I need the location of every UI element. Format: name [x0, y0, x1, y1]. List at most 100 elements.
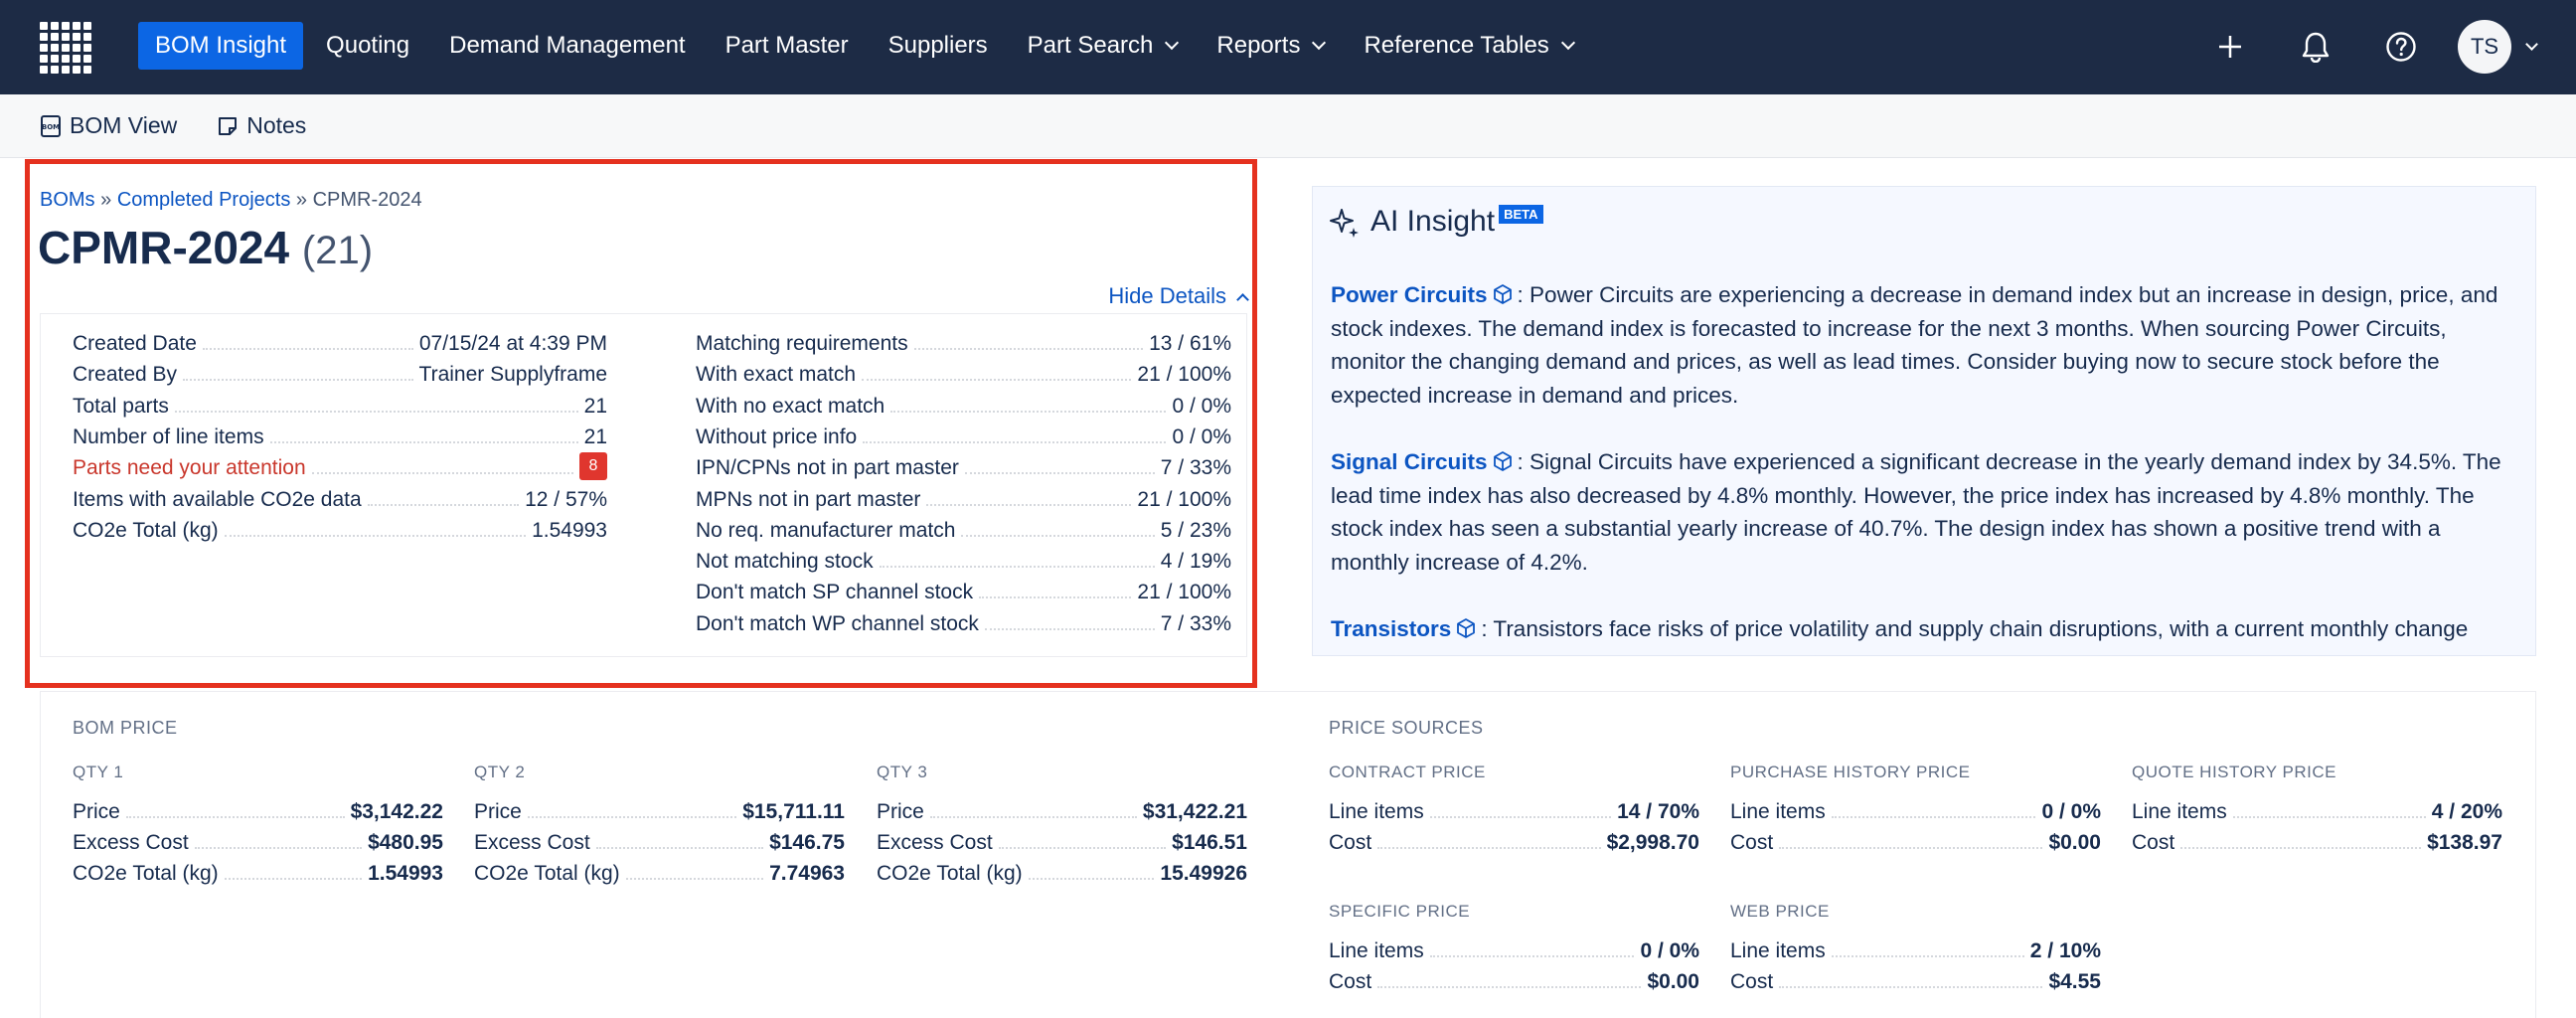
row-label: Line items — [1730, 800, 1826, 823]
price-row: Excess Cost $146.51 — [877, 825, 1247, 855]
dot-leader — [1429, 816, 1612, 818]
row-label: Items with available CO2e data — [73, 487, 362, 511]
row-value: 7.74963 — [769, 862, 845, 885]
breadcrumb-separator: » — [100, 189, 112, 211]
price-source-row: Line items 14 / 70% — [1329, 794, 1699, 824]
row-value: $2,998.70 — [1606, 831, 1699, 854]
breadcrumb-completed-projects[interactable]: Completed Projects — [117, 189, 291, 211]
nav-item-reports[interactable]: Reports — [1200, 22, 1341, 70]
nav-item-quoting[interactable]: Quoting — [309, 22, 426, 70]
row-value: 21 — [583, 394, 607, 418]
bom-part-count: (21) — [301, 229, 374, 272]
dot-leader — [183, 379, 413, 382]
top-nav: BOM Insight Quoting Demand Management Pa… — [0, 0, 2576, 94]
insight-category-link[interactable]: Transistors — [1331, 616, 1451, 641]
sparkle-icon — [1330, 209, 1359, 238]
nav-item-label: Demand Management — [449, 32, 686, 59]
dot-leader — [224, 878, 363, 880]
row-label: Line items — [2132, 800, 2227, 823]
cube-icon[interactable] — [1492, 450, 1514, 472]
price-source-row: Cost $138.97 — [2132, 825, 2502, 855]
row-value: 0 / 0% — [1640, 939, 1699, 962]
nav-item-label: Part Master — [724, 32, 849, 59]
row-label: Price — [73, 800, 120, 823]
dot-leader — [625, 878, 764, 880]
price-row: CO2e Total (kg) 7.74963 — [474, 856, 845, 886]
bom-icon: BOM — [41, 114, 61, 137]
chevron-down-icon[interactable] — [2525, 37, 2538, 51]
bom-price-heading: BOM PRICE — [73, 718, 178, 738]
row-label: Price — [877, 800, 924, 823]
dot-leader — [929, 816, 1137, 818]
ai-insight-header: AI Insight BETA — [1329, 204, 1543, 239]
row-label: Don't match SP channel stock — [696, 581, 974, 604]
dot-leader — [890, 410, 1167, 413]
insight-category-link[interactable]: Signal Circuits — [1331, 449, 1488, 474]
dot-leader — [595, 847, 764, 849]
match-stat-row: Don't match WP channel stock 7 / 33% — [696, 605, 1231, 636]
row-value: 21 / 100% — [1137, 581, 1231, 604]
nav-item-part-master[interactable]: Part Master — [709, 22, 866, 70]
nav-item-label: Quoting — [326, 32, 410, 59]
row-value: $3,142.22 — [350, 800, 443, 823]
insight-paragraph: Transistors: Transistors face risks of p… — [1331, 612, 2523, 646]
dot-leader — [269, 440, 578, 443]
attention-count-badge[interactable]: 8 — [579, 452, 607, 481]
cube-icon[interactable] — [1492, 283, 1514, 305]
breadcrumb-boms[interactable]: BOMs — [40, 189, 95, 211]
nav-item-part-search[interactable]: Part Search — [1011, 22, 1195, 70]
row-value: $4.55 — [2048, 970, 2101, 993]
row-label: No req. manufacturer match — [696, 518, 956, 542]
app-logo-icon[interactable] — [40, 22, 91, 74]
plus-icon[interactable] — [2201, 18, 2259, 76]
view-toolbar: BOM BOM View Notes — [0, 94, 2576, 158]
row-value: 21 / 100% — [1137, 363, 1231, 387]
row-label: Line items — [1329, 939, 1424, 962]
row-label: Created By — [73, 363, 178, 387]
avatar[interactable]: TS — [2458, 20, 2511, 74]
detail-row: Created By Trainer Supplyframe — [73, 356, 607, 387]
row-value: $0.00 — [1647, 970, 1699, 993]
row-label: MPNs not in part master — [696, 487, 921, 511]
bell-icon[interactable] — [2287, 18, 2344, 76]
price-row: CO2e Total (kg) 15.49926 — [877, 856, 1247, 886]
detail-row: Number of line items 21 — [73, 419, 607, 449]
chevron-down-icon — [1312, 35, 1327, 51]
price-source-row: Line items 0 / 0% — [1730, 794, 2101, 824]
hide-details-button[interactable]: Hide Details — [1108, 283, 1249, 309]
row-label: Created Date — [73, 332, 197, 355]
row-value: 07/15/24 at 4:39 PM — [418, 332, 607, 355]
nav-item-suppliers[interactable]: Suppliers — [872, 22, 1005, 70]
dot-leader — [862, 379, 1132, 382]
nav-item-bom-insight[interactable]: BOM Insight — [138, 22, 304, 70]
price-source-heading: PURCHASE HISTORY PRICE — [1730, 763, 1971, 781]
page-title: CPMR-2024 (21) — [38, 221, 373, 274]
price-source-heading: CONTRACT PRICE — [1329, 763, 1486, 781]
row-value: $0.00 — [2048, 831, 2101, 854]
row-label: Number of line items — [73, 424, 264, 448]
row-label: Cost — [1730, 831, 1774, 854]
dot-leader — [1429, 955, 1635, 957]
nav-item-reference-tables[interactable]: Reference Tables — [1347, 22, 1589, 70]
match-stat-row: No req. manufacturer match 5 / 23% — [696, 512, 1231, 543]
nav-item-demand-management[interactable]: Demand Management — [432, 22, 702, 70]
bom-view-button[interactable]: BOM BOM View — [40, 112, 177, 139]
insight-category-link[interactable]: Power Circuits — [1331, 282, 1488, 307]
row-value: 4 / 20% — [2431, 800, 2502, 823]
notes-button[interactable]: Notes — [217, 112, 306, 139]
help-icon[interactable] — [2372, 18, 2430, 76]
row-value: $480.95 — [368, 831, 443, 854]
cube-icon[interactable] — [1455, 617, 1477, 639]
dot-leader — [2180, 847, 2422, 849]
price-source-row: Cost $4.55 — [1730, 964, 2101, 994]
chevron-down-icon — [1165, 35, 1180, 51]
row-value: $146.51 — [1172, 831, 1247, 854]
price-row: CO2e Total (kg) 1.54993 — [73, 856, 443, 886]
price-source-row: Line items 0 / 0% — [1329, 933, 1699, 963]
price-source-row: Line items 2 / 10% — [1730, 933, 2101, 963]
dot-leader — [964, 472, 1155, 475]
price-source-row: Line items 4 / 20% — [2132, 794, 2502, 824]
ai-insight-panel: AI Insight BETA Power Circuits: Power Ci… — [1312, 186, 2536, 656]
dot-leader — [194, 847, 363, 849]
bom-name: CPMR-2024 — [38, 222, 290, 273]
